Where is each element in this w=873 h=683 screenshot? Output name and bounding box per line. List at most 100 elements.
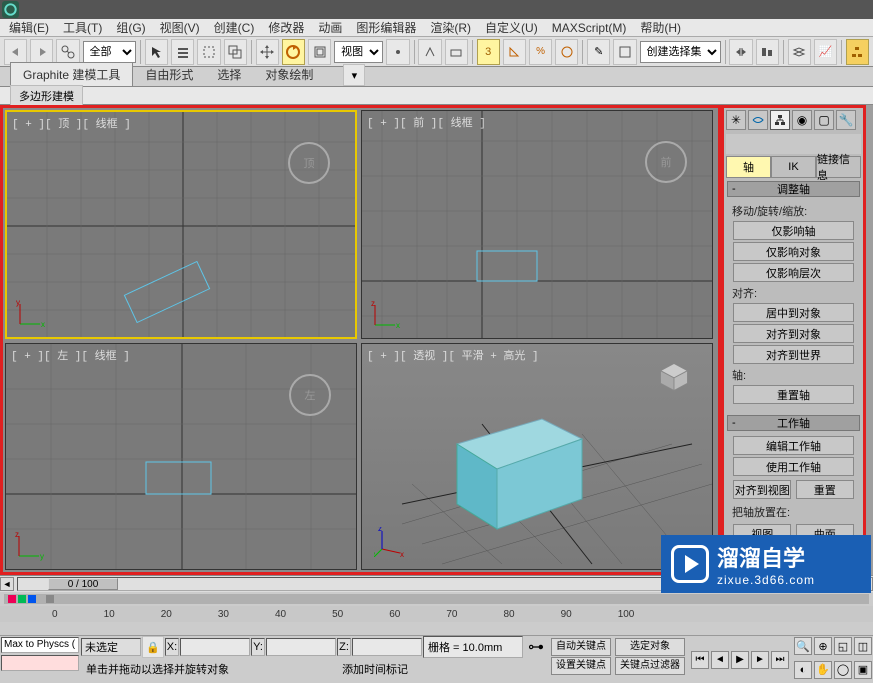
ribbon-tab-selection[interactable]: 选择 [205,63,253,86]
menu-views[interactable]: 视图(V) [154,18,206,37]
select-name-btn[interactable] [171,39,194,65]
zoom-all-btn[interactable]: ⊕ [814,637,832,655]
rollout-working-pivot[interactable]: -工作轴 [727,415,860,431]
pan-btn[interactable]: ✋ [814,661,832,679]
rect-select-btn[interactable] [197,39,220,65]
btn-use-working-pivot[interactable]: 使用工作轴 [733,457,855,476]
key-filters-btn[interactable]: 关键点过滤器 [615,657,685,675]
btn-align-to-object[interactable]: 对齐到对象 [733,324,855,343]
orbit-btn[interactable]: ◯ [834,661,852,679]
viewport-label[interactable]: [ + ][ 顶 ][ 线框 ] [12,115,131,131]
menu-tools[interactable]: 工具(T) [57,18,108,37]
zoom-extents-btn[interactable]: ◱ [834,637,852,655]
viewport-left[interactable]: [ + ][ 左 ][ 线框 ] 左 yz [5,343,357,570]
move-btn[interactable] [256,39,279,65]
named-sel-btn[interactable] [613,39,636,65]
goto-end-btn[interactable]: ⏭ [771,651,789,669]
macro-recorder[interactable] [1,655,79,671]
auto-key-btn[interactable]: 自动关键点 [551,638,611,656]
layers-btn[interactable] [788,39,811,65]
viewport-badge[interactable]: 前 [645,141,687,183]
ribbon-expand-btn[interactable]: ▾ [343,64,365,86]
btn-align-to-view[interactable]: 对齐到视图 [733,480,791,499]
viewcube[interactable] [656,359,692,395]
ribbon-tab-objpaint[interactable]: 对象绘制 [253,63,325,86]
viewport-top[interactable]: [ + ][ 顶 ][ 线框 ] 顶 xy [5,110,357,339]
link-btn[interactable] [56,39,79,65]
utilities-tab-icon[interactable]: 🔧 [836,110,856,130]
ribbon-tab-freeform[interactable]: 自由形式 [133,63,205,86]
undo-btn[interactable] [4,39,27,65]
trackbar[interactable] [4,594,869,604]
btn-center-to-object[interactable]: 居中到对象 [733,303,855,322]
menu-group[interactable]: 组(G) [110,18,151,37]
btn-reset-pivot[interactable]: 重置轴 [733,385,855,404]
named-selset-dropdown[interactable]: 创建选择集 [640,41,721,63]
selection-lock-icon[interactable]: 🔒 [142,636,164,658]
angle-snap-btn[interactable] [503,39,526,65]
y-field[interactable] [266,638,336,656]
time-slider-thumb[interactable]: 0 / 100 [48,578,118,590]
align-btn[interactable] [756,39,779,65]
viewport-front[interactable]: [ + ][ 前 ][ 线框 ] 前 xz [361,110,713,339]
mirror-btn[interactable] [729,39,752,65]
redo-btn[interactable] [30,39,53,65]
viewport-label[interactable]: [ + ][ 前 ][ 线框 ] [367,114,486,130]
menu-grapheditors[interactable]: 图形编辑器 [350,18,422,37]
key-filters-sel[interactable]: 选定对象 [615,638,685,656]
menu-animation[interactable]: 动画 [312,18,348,37]
tab-pivot[interactable]: 轴 [726,156,771,178]
hierarchy-tab-icon[interactable] [770,110,790,130]
motion-tab-icon[interactable]: ◉ [792,110,812,130]
rollout-adjust-pivot[interactable]: -调整轴 [727,181,860,197]
keyboard-btn[interactable] [445,39,468,65]
ribbon-tab-graphite[interactable]: Graphite 建模工具 [10,62,133,86]
viewport-badge[interactable]: 顶 [288,142,330,184]
snap-btn[interactable]: 3 [477,39,500,65]
maximize-viewport-btn[interactable]: ▣ [854,661,872,679]
manipulate-btn[interactable] [418,39,441,65]
schematic-btn[interactable] [846,39,869,65]
menu-create[interactable]: 创建(C) [208,18,261,37]
menu-edit[interactable]: 编辑(E) [3,18,55,37]
select-btn[interactable] [145,39,168,65]
viewport-label[interactable]: [ + ][ 透视 ][ 平滑 + 高光 ] [367,347,539,363]
play-btn[interactable]: ▶ [731,651,749,669]
key-icon[interactable]: ⊶ [528,637,544,657]
spinner-snap-btn[interactable] [555,39,578,65]
zoom-btn[interactable]: 🔍 [794,637,812,655]
time-slider-prev[interactable]: ◄ [0,577,14,591]
create-tab-icon[interactable]: ✳ [726,110,746,130]
menu-maxscript[interactable]: MAXScript(M) [546,20,633,36]
x-field[interactable] [180,638,250,656]
btn-affect-hierarchy-only[interactable]: 仅影响层次 [733,263,855,282]
viewport-badge[interactable]: 左 [289,374,331,416]
next-frame-btn[interactable]: ► [751,651,769,669]
btn-affect-object-only[interactable]: 仅影响对象 [733,242,855,261]
app-logo[interactable] [2,1,19,18]
refcoord-dropdown[interactable]: 视图 [334,41,383,63]
pivot-btn[interactable] [386,39,409,65]
curve-editor-btn[interactable]: 📈 [814,39,837,65]
btn-edit-working-pivot[interactable]: 编辑工作轴 [733,436,855,455]
tab-linkinfo[interactable]: 链接信息 [816,156,861,178]
fov-btn[interactable]: ◐ [794,661,812,679]
menu-modifiers[interactable]: 修改器 [262,18,310,37]
zoom-extents-all-btn[interactable]: ◫ [854,637,872,655]
z-field[interactable] [352,638,422,656]
scale-btn[interactable] [308,39,331,65]
rotate-btn[interactable] [282,39,305,65]
set-key-btn[interactable]: 设置关键点 [551,657,611,675]
viewport-label[interactable]: [ + ][ 左 ][ 线框 ] [11,347,130,363]
window-crossing-btn[interactable] [224,39,247,65]
menu-help[interactable]: 帮助(H) [634,18,687,37]
menu-rendering[interactable]: 渲染(R) [424,18,477,37]
percent-snap-btn[interactable]: % [529,39,552,65]
display-tab-icon[interactable]: ▢ [814,110,834,130]
maxscript-listener[interactable]: Max to Physcs ( [1,637,79,653]
btn-affect-pivot-only[interactable]: 仅影响轴 [733,221,855,240]
menu-customize[interactable]: 自定义(U) [479,18,544,37]
ribbon-group-polymodel[interactable]: 多边形建模 [10,85,83,107]
prev-frame-btn[interactable]: ◄ [711,651,729,669]
modify-tab-icon[interactable] [748,110,768,130]
